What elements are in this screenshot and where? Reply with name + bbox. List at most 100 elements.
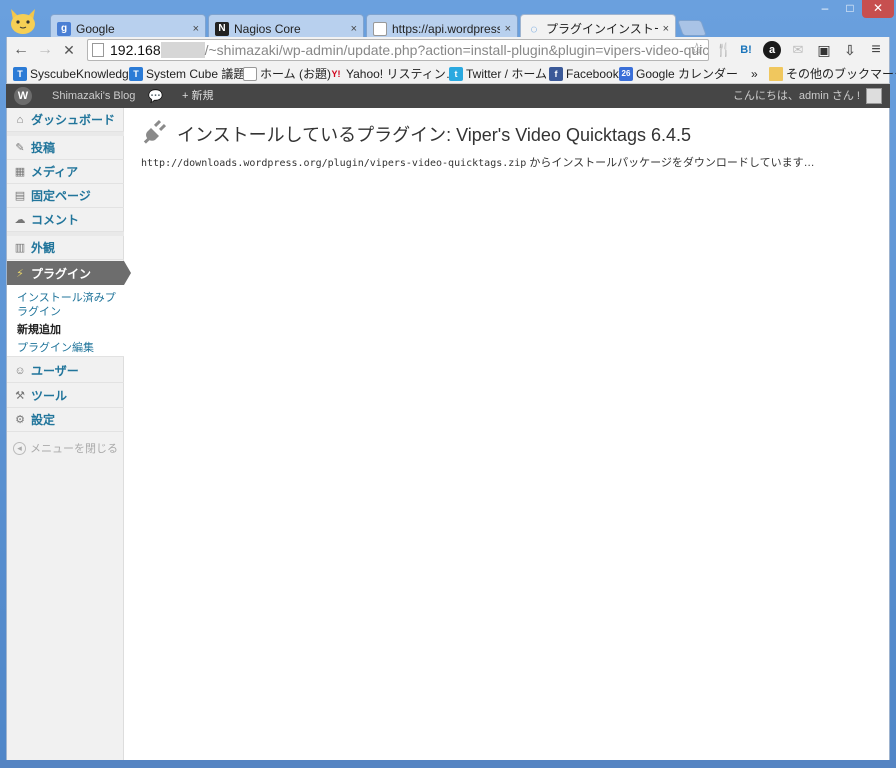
syscube-icon: T [129, 66, 143, 81]
close-icon[interactable]: × [505, 23, 511, 35]
sidebar-item-appearance[interactable]: ▥ 外観 [7, 236, 124, 260]
bookmark-system-cube[interactable]: T System Cube 議題 [129, 65, 245, 82]
bookmark-label: Yahoo! リスティン… [346, 67, 458, 81]
bookmark-yahoo-listing[interactable]: Y! Yahoo! リスティン… [329, 65, 458, 82]
current-menu-arrow [124, 261, 131, 285]
sidebar-item-users[interactable]: ☺ ユーザー [7, 359, 124, 383]
bookmarks-bar: T SyscubeKnowledge T System Cube 議題 ホーム … [6, 63, 896, 84]
greeting-link[interactable]: こんにちは、admin さん ! [733, 84, 860, 108]
bookmark-star-icon[interactable]: ☆ [690, 40, 704, 60]
sidebar-item-label: コメント [31, 213, 80, 227]
bookmark-label: SyscubeKnowledge [30, 66, 136, 81]
dashboard-icon: ⌂ [16, 113, 24, 126]
close-icon[interactable]: × [193, 23, 199, 35]
submenu-add-new[interactable]: 新規追加 [17, 323, 61, 337]
puzzle-icon[interactable]: ▣ [815, 41, 833, 59]
avatar[interactable] [866, 88, 882, 104]
bookmark-home-odai[interactable]: ホーム (お題) [243, 65, 331, 82]
bookmark-label: Twitter / ホーム [466, 67, 547, 81]
sidebar-item-settings[interactable]: ⚙ 設定 [7, 408, 124, 432]
stop-button[interactable]: ✕ [59, 40, 79, 60]
bookmark-twitter[interactable]: t Twitter / ホーム [449, 65, 547, 82]
a-icon[interactable]: a [763, 41, 781, 59]
bookmark-label: System Cube 議題 [146, 67, 246, 81]
comments-icon[interactable]: 💬 [148, 84, 163, 108]
bookmarks-overflow-button[interactable]: » [751, 65, 758, 82]
close-icon[interactable]: × [663, 23, 669, 35]
sidebar-item-label: 投稿 [31, 141, 56, 155]
back-button[interactable]: ← [11, 40, 31, 60]
calendar-icon: 26 [619, 66, 633, 81]
bookmark-label: Google カレンダー [636, 67, 739, 81]
submenu-installed-plugins[interactable]: インストール済みプラグイン [17, 291, 121, 319]
google-icon: g [57, 21, 71, 36]
loading-icon: ◌ [530, 21, 538, 36]
pin-icon: ✎ [15, 142, 25, 154]
address-path: /~shimazaki/wp-admin/update.php?action=i… [204, 42, 709, 58]
sidebar-item-label: ツール [31, 389, 68, 403]
pages-icon: ▤ [14, 190, 26, 202]
comment-icon: ☁ [14, 214, 26, 226]
install-log-line: http://downloads.wordpress.org/plugin/vi… [141, 154, 815, 170]
sidebar-item-label: プラグイン [31, 266, 92, 281]
bookmark-google-calendar[interactable]: 26 Google カレンダー [619, 65, 738, 82]
plugin-plug-icon [143, 119, 167, 144]
new-content-button[interactable]: + 新規 [182, 84, 213, 108]
wp-admin-bar: W Shimazaki's Blog 💬 + 新規 こんにちは、admin さん… [6, 84, 890, 108]
download-icon[interactable]: ⇩ [841, 41, 859, 59]
minimize-button[interactable]: – [812, 0, 838, 18]
sidebar-item-dashboard[interactable]: ⌂ ダッシュボード [7, 108, 124, 132]
bookmark-facebook[interactable]: f Facebook [549, 65, 619, 82]
maximize-button[interactable]: □ [838, 0, 862, 18]
sidebar-item-comments[interactable]: ☁ コメント [7, 208, 124, 232]
sidebar-item-posts[interactable]: ✎ 投稿 [7, 136, 124, 160]
admin-sidebar: ⌂ ダッシュボード ✎ 投稿 ▦ メディア ▤ 固定ページ ☁ コメント ▥ 外… [7, 108, 124, 760]
address-host: 192.168 [110, 42, 161, 58]
cat-avatar-icon [11, 9, 35, 34]
collapse-arrow-icon: ◂ [13, 441, 26, 455]
settings-icon: ⚙ [15, 414, 25, 426]
collapse-menu-button[interactable]: ◂ メニューを閉じる [13, 440, 118, 456]
sidebar-item-tools[interactable]: ⚒ ツール [7, 384, 124, 408]
sidebar-item-label: ユーザー [31, 364, 79, 378]
tools-icon: ⚒ [15, 390, 25, 402]
browser-window: g Google × N Nagios Core × https://api.w… [0, 0, 896, 768]
tab-label: https://api.wordpress.o [392, 21, 500, 36]
window-bottom-edge [0, 760, 896, 768]
sidebar-item-pages[interactable]: ▤ 固定ページ [7, 184, 124, 208]
menu-icon[interactable]: ≡ [867, 41, 885, 59]
hatena-bookmark-icon[interactable]: B! [737, 41, 755, 59]
plugins-submenu: インストール済みプラグイン 新規追加 プラグイン編集 [7, 285, 124, 357]
page-icon [373, 21, 387, 36]
media-icon: ▦ [14, 166, 26, 178]
sidebar-item-label: 外観 [31, 241, 56, 255]
main-content: インストールしているプラグイン: Viper's Video Quicktags… [139, 108, 879, 760]
fork-icon[interactable]: 🍴 [715, 41, 733, 59]
new-tab-button[interactable] [677, 20, 707, 36]
download-url: http://downloads.wordpress.org/plugin/vi… [141, 158, 527, 169]
users-icon: ☺ [14, 364, 26, 377]
plugin-icon: ⚡ [16, 267, 24, 280]
mail-icon[interactable]: ✉ [789, 41, 807, 59]
sidebar-item-plugins[interactable]: ⚡ プラグイン [7, 261, 124, 285]
address-bar[interactable]: 192.168 /~shimazaki/wp-admin/update.php?a… [87, 39, 709, 61]
tab-nagios[interactable]: N Nagios Core × [208, 14, 364, 38]
twitter-icon: t [449, 66, 463, 81]
close-icon[interactable]: × [351, 23, 357, 35]
wordpress-logo-icon[interactable]: W [14, 87, 32, 105]
tab-label: プラグインインストール [546, 22, 658, 36]
window-close-button[interactable]: ✕ [862, 0, 894, 18]
yahoo-icon: Y! [331, 68, 341, 79]
other-bookmarks-folder[interactable]: その他のブックマーク [769, 65, 896, 82]
site-name-link[interactable]: Shimazaki's Blog [52, 84, 135, 108]
sidebar-item-media[interactable]: ▦ メディア [7, 160, 124, 184]
sidebar-item-label: メディア [31, 165, 79, 179]
bookmark-label: Facebook [566, 66, 619, 81]
tab-api-wordpress[interactable]: https://api.wordpress.o × [366, 14, 518, 38]
tab-plugin-install[interactable]: ◌ プラグインインストール × [520, 14, 676, 38]
forward-button[interactable]: → [35, 40, 55, 60]
browser-toolbar: ← → ✕ 192.168 /~shimazaki/wp-admin/update… [6, 37, 890, 63]
tab-google[interactable]: g Google × [50, 14, 206, 38]
bookmark-syscubeknowledge[interactable]: T SyscubeKnowledge [13, 65, 135, 82]
submenu-plugin-editor[interactable]: プラグイン編集 [17, 341, 94, 355]
